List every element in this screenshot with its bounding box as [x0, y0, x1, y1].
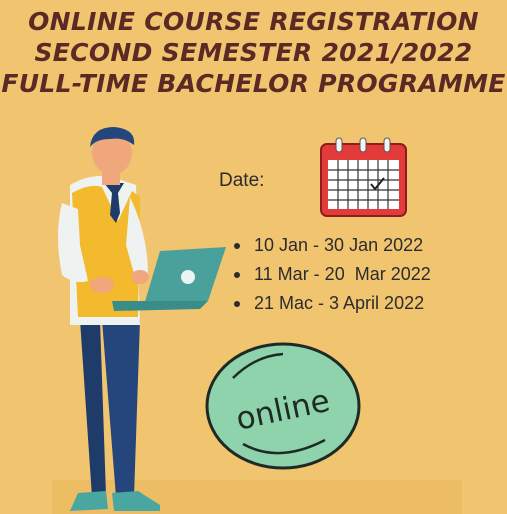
title-line-2: SECOND SEMESTER 2021/2022 — [34, 38, 473, 67]
online-badge: online — [205, 342, 361, 470]
calendar-icon — [320, 137, 407, 217]
title-line-3: FULL-TIME BACHELOR PROGRAMME — [1, 69, 506, 98]
date-item-3: 21 Mac - 3 April 2022 — [234, 289, 431, 318]
date-item-1: 10 Jan - 30 Jan 2022 — [234, 231, 431, 260]
date-item-2: 11 Mar - 20 Mar 2022 — [234, 260, 431, 289]
poster-title: ONLINE COURSE REGISTRATION SECOND SEMEST… — [0, 6, 507, 99]
date-list: 10 Jan - 30 Jan 2022 11 Mar - 20 Mar 202… — [234, 231, 431, 318]
title-line-1: ONLINE COURSE REGISTRATION — [28, 7, 479, 36]
date-label: Date: — [219, 170, 265, 191]
poster: ONLINE COURSE REGISTRATION SECOND SEMEST… — [0, 0, 507, 514]
